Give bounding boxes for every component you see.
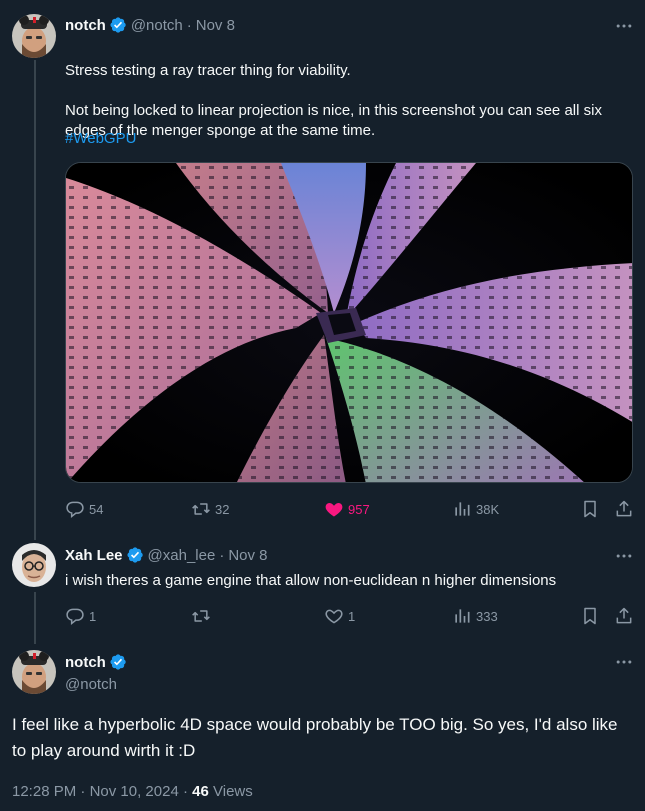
tweet-date[interactable]: Nov 10, 2024	[90, 783, 179, 800]
hashtag-link[interactable]: #WebGPU	[65, 129, 136, 149]
views-chart-icon	[452, 606, 472, 626]
avatar-notch[interactable]	[12, 650, 56, 694]
verified-badge-icon	[126, 546, 144, 564]
share-icon	[614, 606, 634, 626]
reply-icon	[65, 606, 85, 626]
bookmark-icon	[580, 499, 600, 519]
author-name[interactable]: Xah Lee	[65, 547, 123, 564]
reply-icon	[65, 499, 85, 519]
tweet-text: i wish theres a game engine that allow n…	[65, 572, 557, 589]
reply-button[interactable]: 1	[65, 606, 96, 626]
tweet-text-line-1: Stress testing a ray tracer thing for vi…	[65, 62, 351, 79]
bookmark-button[interactable]	[580, 499, 600, 519]
tweet-date[interactable]: Nov 8	[228, 547, 267, 564]
meta-separator: ·	[80, 783, 86, 800]
bookmark-icon	[580, 606, 600, 626]
verified-badge-icon	[109, 653, 127, 671]
author-name-row: notch	[65, 653, 131, 671]
tweet-text-line-2: Not being locked to linear projection is…	[65, 102, 602, 139]
heart-icon	[324, 606, 344, 626]
like-button[interactable]: 1	[324, 606, 355, 626]
thread-line-2	[34, 592, 36, 644]
avatar-xah-lee[interactable]	[12, 543, 56, 587]
more-dots-icon[interactable]	[614, 652, 634, 672]
verified-badge-icon	[109, 16, 127, 34]
retweet-button[interactable]: 32	[191, 499, 229, 519]
bookmark-button[interactable]	[580, 606, 600, 626]
tweet-time[interactable]: 12:28 PM	[12, 783, 76, 800]
more-dots-icon[interactable]	[614, 16, 634, 36]
reply-count: 54	[89, 501, 104, 517]
header-separator: ·	[186, 16, 192, 34]
retweet-button[interactable]	[191, 606, 215, 626]
avatar-notch[interactable]	[12, 14, 56, 58]
retweet-icon	[191, 499, 211, 519]
views-button[interactable]: 333	[452, 606, 498, 626]
views-chart-icon	[452, 499, 472, 519]
heart-icon	[324, 499, 344, 519]
author-handle[interactable]: @notch	[65, 676, 117, 693]
meta-separator: ·	[182, 783, 188, 800]
views-count: 333	[476, 608, 498, 624]
share-icon	[614, 499, 634, 519]
views-count: 46	[192, 783, 209, 800]
reply-count: 1	[89, 608, 97, 624]
like-count: 1	[348, 608, 356, 624]
tweet-header: notch @notch · Nov 8	[65, 16, 235, 34]
tweet-meta: 12:28 PM · Nov 10, 2024 · 46 Views	[12, 783, 253, 800]
tweet-media-image[interactable]	[65, 162, 633, 483]
reply-button[interactable]: 54	[65, 499, 103, 519]
views-label: Views	[213, 783, 253, 800]
share-button[interactable]	[614, 606, 634, 626]
author-handle[interactable]: @xah_lee	[148, 547, 216, 564]
share-button[interactable]	[614, 499, 634, 519]
retweet-count: 32	[215, 501, 230, 517]
author-name[interactable]: notch	[65, 654, 106, 671]
tweet-text: I feel like a hyperbolic 4D space would …	[12, 715, 618, 760]
like-count: 957	[348, 501, 370, 517]
more-dots-icon[interactable]	[614, 546, 634, 566]
views-button[interactable]: 38K	[452, 499, 499, 519]
views-count: 38K	[476, 501, 500, 517]
author-name[interactable]: notch	[65, 17, 106, 34]
tweet-header: Xah Lee @xah_lee · Nov 8	[65, 546, 268, 564]
tweet-date[interactable]: Nov 8	[196, 17, 235, 34]
author-handle[interactable]: @notch	[131, 17, 183, 34]
thread-line-1	[34, 60, 36, 540]
tweet-text: Stress testing a ray tracer thing for vi…	[65, 41, 635, 161]
like-button[interactable]: 957	[324, 499, 370, 519]
header-separator: ·	[219, 546, 225, 564]
retweet-icon	[191, 606, 211, 626]
